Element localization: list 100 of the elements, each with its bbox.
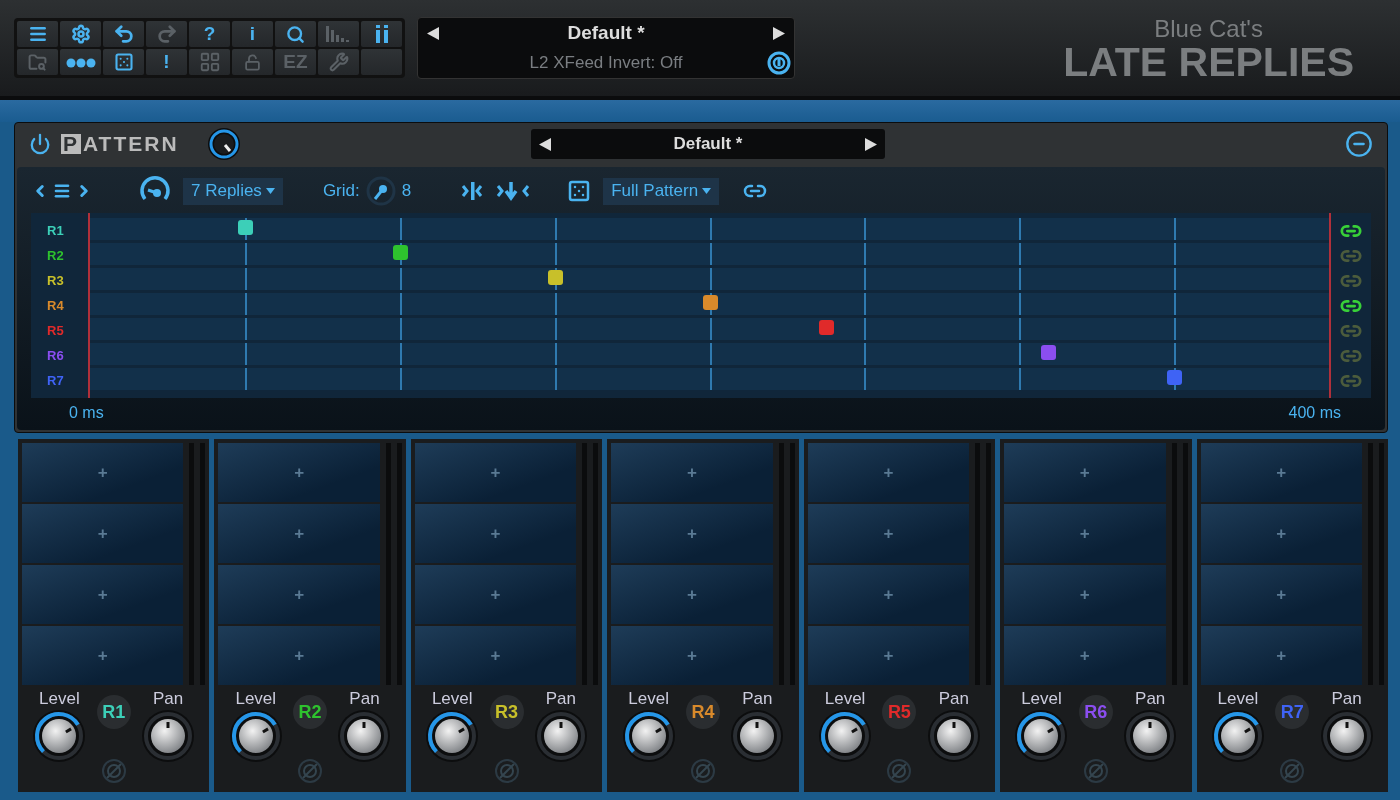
- toolbar-button[interactable]: [60, 49, 101, 75]
- pan-knob[interactable]: [730, 709, 785, 763]
- effect-slot[interactable]: +: [218, 565, 380, 624]
- grid-knob[interactable]: [365, 176, 396, 206]
- effect-slot[interactable]: +: [611, 504, 773, 563]
- effect-slot[interactable]: +: [414, 443, 577, 502]
- effect-slot[interactable]: +: [1004, 565, 1166, 624]
- pan-knob[interactable]: [926, 709, 981, 763]
- toolbar-button[interactable]: i: [232, 21, 273, 47]
- effect-slot[interactable]: +: [1004, 626, 1166, 685]
- pattern-preset-selector[interactable]: Default *: [531, 129, 885, 159]
- reply-marker[interactable]: [1167, 370, 1183, 385]
- folder-search-icon: [28, 52, 47, 72]
- menu-icon[interactable]: [53, 182, 71, 200]
- level-knob[interactable]: [621, 709, 676, 763]
- effect-slot[interactable]: +: [218, 626, 380, 685]
- effect-slot[interactable]: +: [807, 565, 970, 624]
- effect-slot[interactable]: +: [1200, 443, 1362, 502]
- effect-slot[interactable]: +: [611, 565, 773, 624]
- reply-marker[interactable]: [547, 270, 563, 285]
- effect-slot[interactable]: +: [1004, 443, 1166, 502]
- brand-text: Blue Cat's: [1154, 15, 1263, 43]
- toolbar-button[interactable]: [17, 21, 58, 47]
- toolbar-button[interactable]: [60, 21, 101, 47]
- pan-knob[interactable]: [141, 709, 196, 763]
- effect-slot[interactable]: +: [414, 626, 577, 685]
- caret-icon: [265, 188, 275, 194]
- dice-icon[interactable]: [567, 179, 592, 203]
- reply-badge[interactable]: R7: [1275, 695, 1310, 729]
- caret-icon: [702, 188, 712, 194]
- previous-pattern-button[interactable]: [539, 137, 551, 151]
- empty-slot: [361, 49, 402, 75]
- grid-value: 8: [401, 181, 412, 201]
- search-icon: [286, 24, 305, 44]
- effect-slot[interactable]: +: [611, 626, 773, 685]
- level-knob[interactable]: [425, 709, 480, 763]
- effect-slot[interactable]: +: [1004, 504, 1166, 563]
- effect-slot[interactable]: +: [807, 504, 970, 563]
- pause-icon: [373, 25, 390, 43]
- reply-badge[interactable]: R3: [489, 695, 524, 729]
- level-knob[interactable]: [228, 709, 283, 763]
- grid-label: Grid:: [322, 181, 360, 201]
- replies-dropdown[interactable]: 7 Replies: [183, 177, 283, 205]
- reply-badge[interactable]: R1: [96, 695, 131, 729]
- level-knob[interactable]: [1014, 709, 1069, 763]
- effect-slot[interactable]: +: [1200, 565, 1362, 624]
- effect-slot[interactable]: +: [22, 565, 184, 624]
- effect-slot[interactable]: +: [22, 626, 184, 685]
- reply-badge[interactable]: R4: [685, 695, 720, 729]
- effect-slot[interactable]: +: [22, 443, 184, 502]
- pan-label: Pan: [349, 689, 380, 709]
- reply-label: R3: [46, 272, 65, 290]
- pan-label: Pan: [938, 689, 969, 709]
- effect-slot[interactable]: +: [22, 504, 184, 563]
- pan-knob[interactable]: [1123, 709, 1178, 763]
- effect-slot[interactable]: +: [611, 443, 773, 502]
- reply-label: R5: [46, 322, 65, 340]
- toolbar-button[interactable]: [361, 21, 402, 47]
- reply-marker[interactable]: [818, 320, 834, 335]
- effect-slot[interactable]: +: [807, 626, 970, 685]
- reply-badge[interactable]: R6: [1078, 695, 1113, 729]
- effect-slot[interactable]: +: [414, 565, 577, 624]
- spread-icon[interactable]: [461, 180, 532, 202]
- effect-slot[interactable]: +: [414, 504, 577, 563]
- toolbar-button[interactable]: ?: [189, 21, 230, 47]
- effect-slot[interactable]: +: [1200, 504, 1362, 563]
- end-time: 400 ms: [1288, 404, 1341, 422]
- toolbar-button[interactable]: [275, 21, 316, 47]
- level-knob[interactable]: [1210, 709, 1265, 763]
- pan-knob[interactable]: [533, 709, 588, 763]
- mix-knob[interactable]: [206, 127, 241, 161]
- effect-slot[interactable]: +: [1200, 626, 1362, 685]
- effect-slot[interactable]: +: [218, 504, 380, 563]
- unlock-icon: [244, 53, 261, 71]
- next-pattern-button[interactable]: [865, 137, 877, 151]
- pattern-mode-dropdown[interactable]: Full Pattern: [603, 177, 720, 205]
- effect-slot[interactable]: +: [218, 443, 380, 502]
- preset-name: Default *: [567, 22, 645, 44]
- next-preset-button[interactable]: [773, 26, 785, 40]
- pan-knob[interactable]: [337, 709, 392, 763]
- reply-badge[interactable]: R2: [293, 695, 328, 729]
- undo-icon: [112, 23, 135, 45]
- toolbar-button[interactable]: !: [146, 49, 187, 75]
- reply-marker[interactable]: [702, 295, 718, 310]
- reply-badge[interactable]: R5: [882, 695, 917, 729]
- reply-marker[interactable]: [1040, 345, 1056, 360]
- collapse-icon[interactable]: [1345, 130, 1373, 158]
- toolbar-button[interactable]: [103, 21, 144, 47]
- product-title: LATE REPLIES: [1063, 43, 1354, 81]
- toolbar-button[interactable]: [103, 49, 144, 75]
- pan-knob[interactable]: [1319, 709, 1374, 763]
- previous-preset-button[interactable]: [427, 26, 439, 40]
- level-knob[interactable]: [818, 709, 873, 763]
- ring-icon[interactable]: [767, 51, 791, 75]
- reply-marker[interactable]: [392, 245, 408, 260]
- reply-marker[interactable]: [237, 220, 253, 235]
- level-label: Level: [1021, 689, 1062, 709]
- level-knob[interactable]: [32, 709, 87, 763]
- effect-slot[interactable]: +: [807, 443, 970, 502]
- power-icon[interactable]: [29, 133, 51, 155]
